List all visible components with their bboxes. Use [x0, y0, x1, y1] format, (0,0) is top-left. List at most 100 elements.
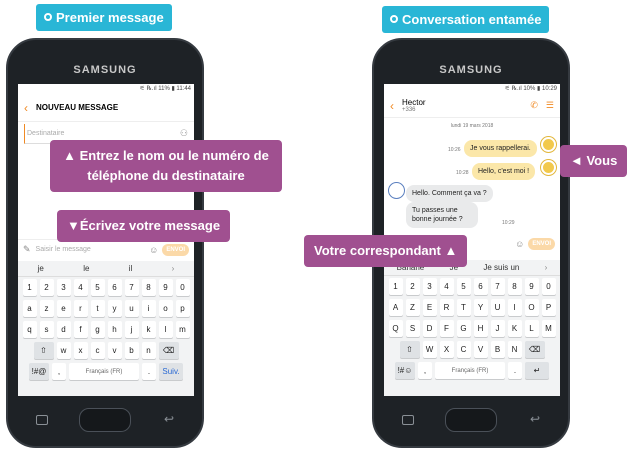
key[interactable]: 0 — [175, 279, 190, 296]
key[interactable]: l — [158, 321, 173, 338]
space-key[interactable]: Français (FR) — [69, 363, 139, 380]
key[interactable]: Q — [388, 320, 403, 337]
key[interactable]: H — [473, 320, 488, 337]
emoji-icon[interactable]: ☺ — [149, 245, 158, 255]
key[interactable]: P — [541, 299, 556, 316]
home-button[interactable] — [79, 408, 131, 432]
sent-message[interactable]: Je vous rappellerai. — [464, 140, 537, 158]
comma-key[interactable]: , — [418, 362, 432, 379]
key[interactable]: 1 — [388, 278, 403, 295]
space-key[interactable]: Français (FR) — [435, 362, 505, 379]
symbols-key[interactable]: !#@ — [29, 363, 49, 380]
key[interactable]: X — [439, 341, 454, 358]
key[interactable]: J — [490, 320, 505, 337]
key[interactable]: 2 — [405, 278, 420, 295]
key[interactable]: 0 — [541, 278, 556, 295]
key[interactable]: D — [422, 320, 437, 337]
emoji-icon[interactable]: ☺ — [515, 239, 524, 249]
key[interactable]: a — [22, 300, 37, 317]
key[interactable]: E — [422, 299, 437, 316]
key[interactable]: R — [439, 299, 454, 316]
key[interactable]: 2 — [39, 279, 54, 296]
shift-key[interactable]: ⇧ — [399, 341, 420, 358]
key[interactable]: m — [175, 321, 190, 338]
key[interactable]: B — [490, 341, 505, 358]
key[interactable]: c — [90, 342, 105, 359]
home-button[interactable] — [445, 408, 497, 432]
key[interactable]: x — [73, 342, 88, 359]
key[interactable]: t — [90, 300, 105, 317]
key[interactable]: 9 — [524, 278, 539, 295]
key[interactable]: 9 — [158, 279, 173, 296]
key[interactable]: y — [107, 300, 122, 317]
period-key[interactable]: . — [142, 363, 156, 380]
key[interactable]: Z — [405, 299, 420, 316]
key[interactable]: 5 — [90, 279, 105, 296]
key[interactable]: F — [439, 320, 454, 337]
suggestion[interactable]: le — [83, 264, 89, 273]
key[interactable]: h — [107, 321, 122, 338]
key[interactable]: p — [175, 300, 190, 317]
key[interactable]: k — [141, 321, 156, 338]
backspace-key[interactable]: ⌫ — [158, 342, 179, 359]
key[interactable]: T — [456, 299, 471, 316]
recent-apps-icon[interactable] — [402, 415, 414, 425]
backspace-key[interactable]: ⌫ — [524, 341, 545, 358]
send-button[interactable]: ENVOI — [162, 243, 189, 256]
key[interactable]: L — [524, 320, 539, 337]
key[interactable]: 4 — [73, 279, 88, 296]
key[interactable]: 7 — [490, 278, 505, 295]
symbols-key[interactable]: !#☺ — [395, 362, 415, 379]
key[interactable]: v — [107, 342, 122, 359]
key[interactable]: o — [158, 300, 173, 317]
key[interactable]: 3 — [56, 279, 71, 296]
key[interactable]: b — [124, 342, 139, 359]
key[interactable]: f — [73, 321, 88, 338]
back-arrow-icon[interactable]: ‹ — [390, 100, 394, 112]
key[interactable]: 6 — [107, 279, 122, 296]
comma-key[interactable]: , — [52, 363, 66, 380]
key[interactable]: M — [541, 320, 556, 337]
suggestion[interactable]: je — [38, 264, 44, 273]
key[interactable]: G — [456, 320, 471, 337]
enter-key[interactable]: ↵ — [525, 362, 549, 379]
key[interactable]: q — [22, 321, 37, 338]
key[interactable]: z — [39, 300, 54, 317]
key[interactable]: U — [490, 299, 505, 316]
key[interactable]: C — [456, 341, 471, 358]
key[interactable]: w — [56, 342, 71, 359]
key[interactable]: 6 — [473, 278, 488, 295]
key[interactable]: N — [507, 341, 522, 358]
suggestion[interactable]: Je suis un — [483, 263, 519, 272]
key[interactable]: 7 — [124, 279, 139, 296]
key[interactable]: e — [56, 300, 71, 317]
next-key[interactable]: Suiv. — [159, 363, 183, 380]
key[interactable]: V — [473, 341, 488, 358]
key[interactable]: 4 — [439, 278, 454, 295]
key[interactable]: g — [90, 321, 105, 338]
received-message[interactable]: Tu passes une bonne journée ? — [406, 202, 478, 229]
key[interactable]: r — [73, 300, 88, 317]
key[interactable]: 3 — [422, 278, 437, 295]
key[interactable]: j — [124, 321, 139, 338]
key[interactable]: 5 — [456, 278, 471, 295]
key[interactable]: d — [56, 321, 71, 338]
suggestion[interactable]: il — [129, 264, 133, 273]
key[interactable]: 1 — [22, 279, 37, 296]
key[interactable]: K — [507, 320, 522, 337]
key[interactable]: O — [524, 299, 539, 316]
sent-message[interactable]: Hello, c'est moi ! — [472, 163, 536, 181]
back-icon[interactable]: ↩ — [530, 412, 540, 426]
back-icon[interactable]: ↩ — [164, 412, 174, 426]
key[interactable]: Y — [473, 299, 488, 316]
phone-icon[interactable]: ✆ — [530, 100, 538, 111]
key[interactable]: n — [141, 342, 156, 359]
key[interactable]: u — [124, 300, 139, 317]
received-message[interactable]: Hello. Comment ça va ? — [406, 185, 493, 203]
send-button[interactable]: ENVOI — [528, 238, 555, 250]
key[interactable]: 8 — [141, 279, 156, 296]
shift-key[interactable]: ⇧ — [33, 342, 54, 359]
key[interactable]: S — [405, 320, 420, 337]
period-key[interactable]: . — [508, 362, 522, 379]
attach-icon[interactable]: ✎ — [23, 244, 31, 255]
